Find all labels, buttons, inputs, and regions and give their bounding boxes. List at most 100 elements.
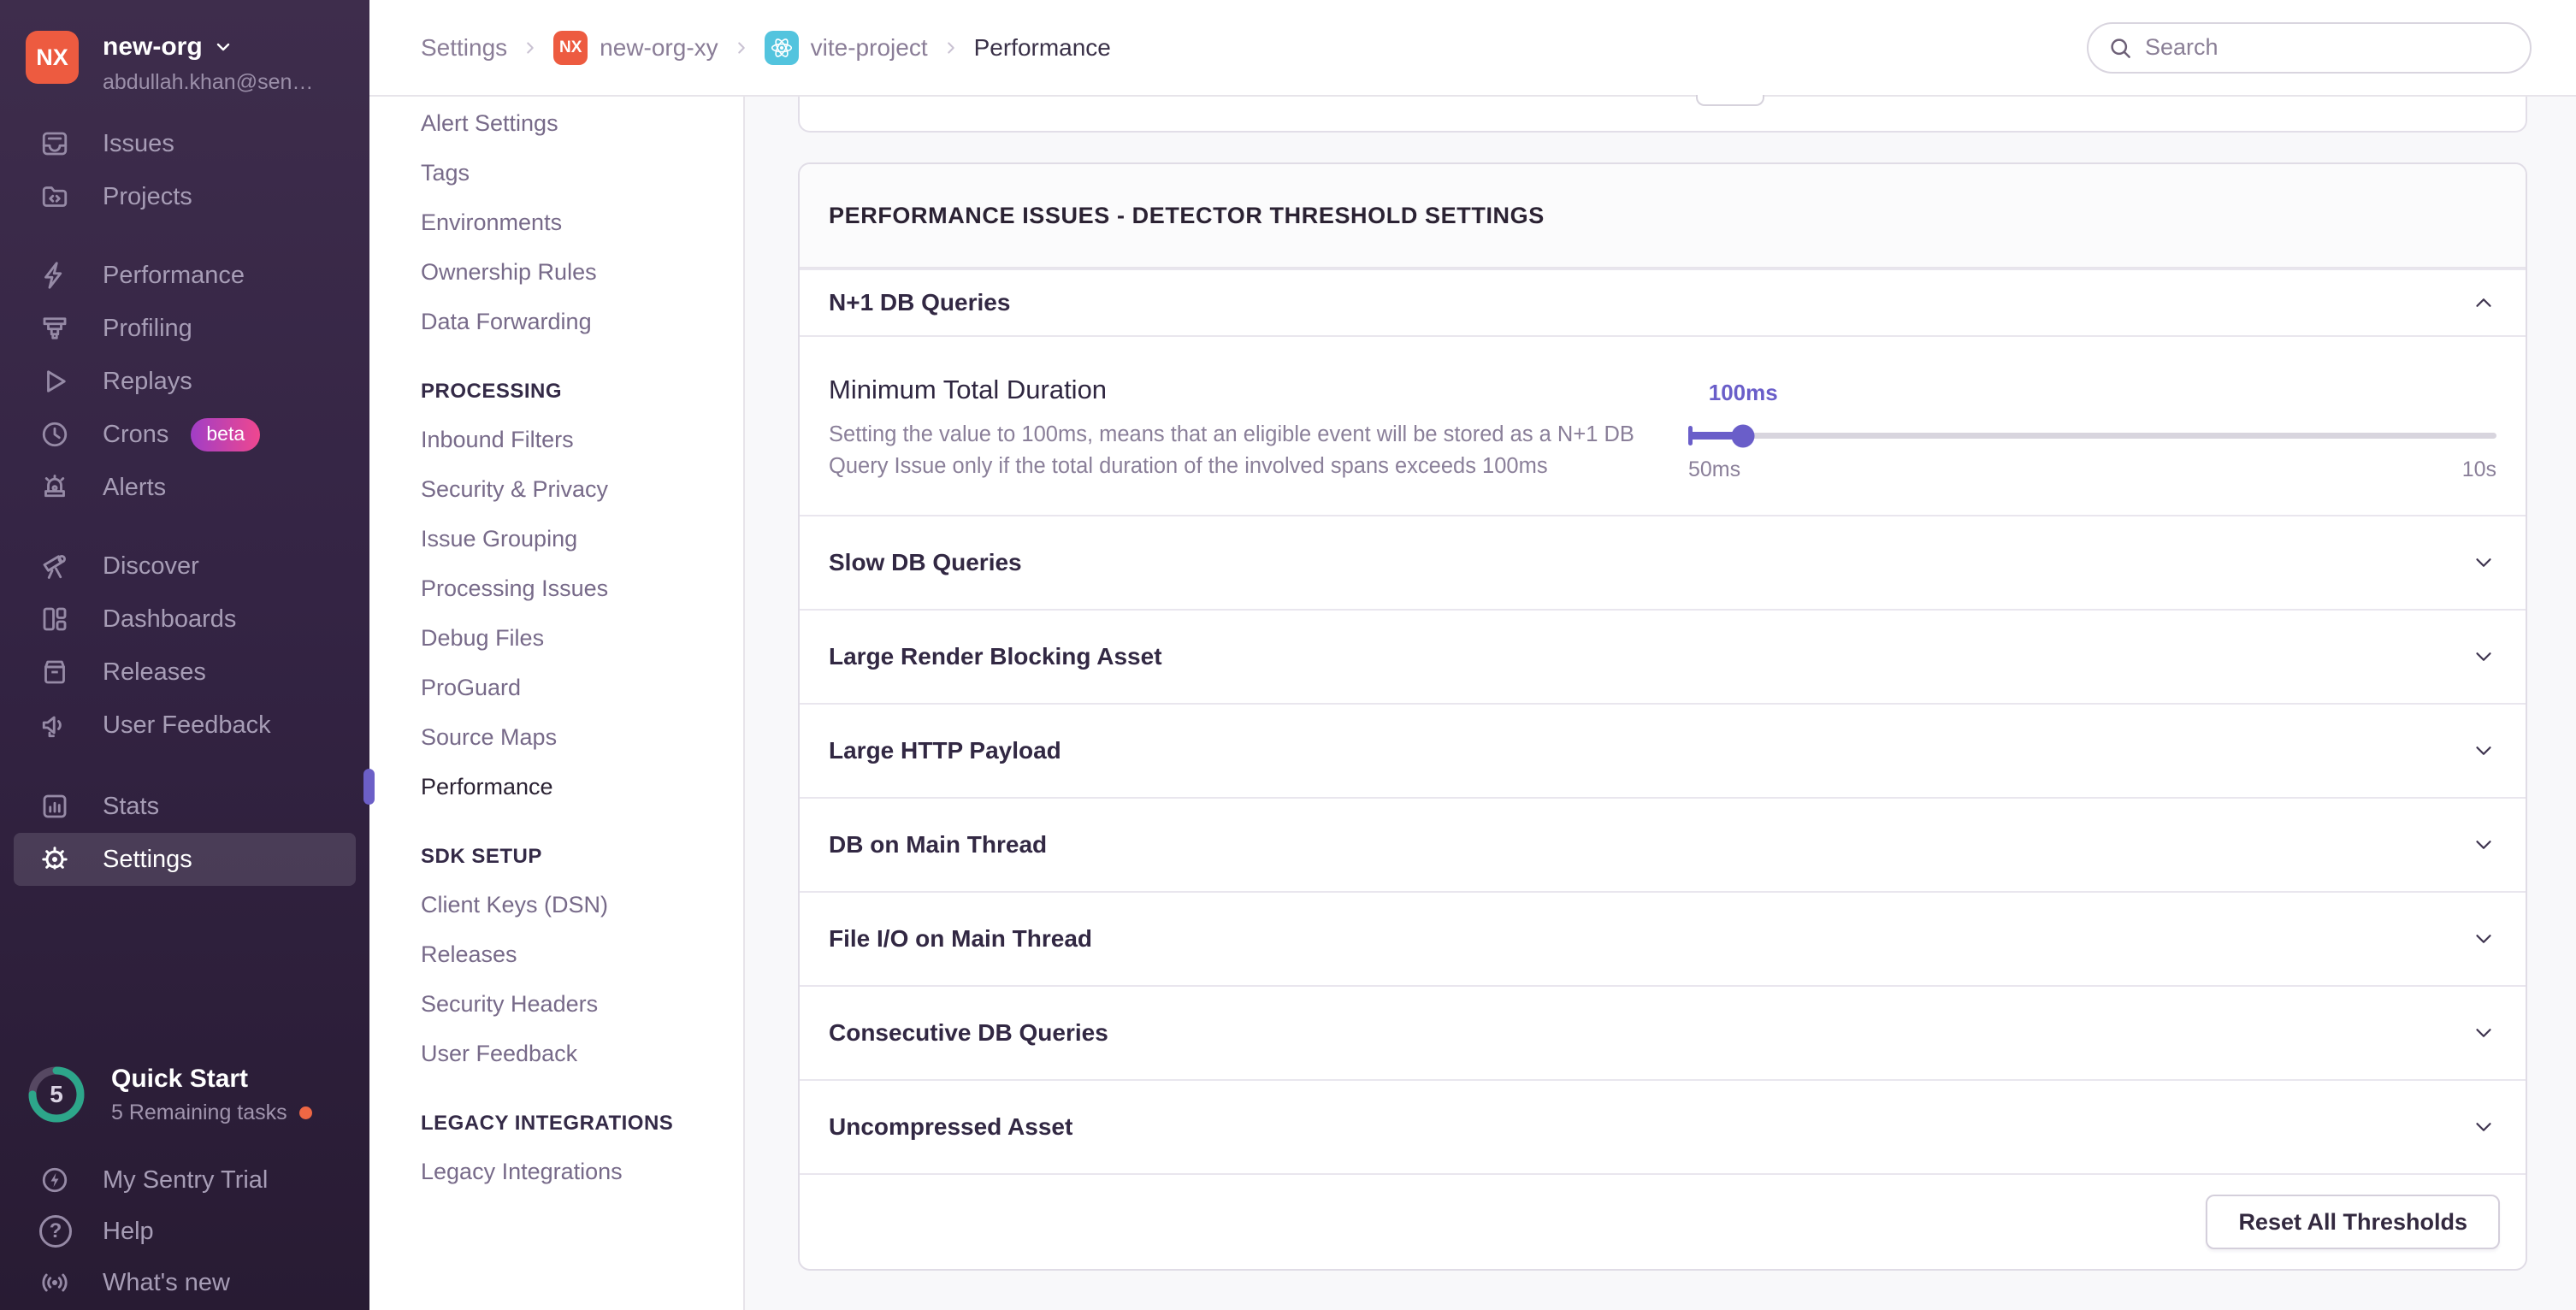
quick-start[interactable]: 5 Quick Start 5 Remaining tasks	[26, 1058, 356, 1131]
dashboards-icon	[39, 604, 77, 634]
sidebar-item-my-sentry-trial[interactable]: My Sentry Trial	[14, 1154, 356, 1206]
slider-value-label: 100ms	[1709, 380, 1778, 406]
settings-nav-user-feedback[interactable]: User Feedback	[369, 1029, 743, 1078]
chevron-right-icon	[732, 38, 751, 57]
settings-nav-issue-grouping[interactable]: Issue Grouping	[369, 514, 743, 564]
sidebar-item-label: Replays	[103, 368, 192, 396]
search-box[interactable]	[2087, 22, 2532, 74]
sidebar-item-alerts[interactable]: Alerts	[14, 461, 356, 514]
accordion-large-render-blocking-asset[interactable]: Large Render Blocking Asset	[800, 609, 2526, 703]
chevron-up-icon[interactable]	[2471, 290, 2496, 316]
trial-bolt-icon	[39, 1165, 77, 1195]
org-switcher[interactable]: NX new-org abdullah.khan@sen…	[26, 31, 356, 95]
active-indicator	[363, 769, 375, 805]
accordion-consecutive-db-queries[interactable]: Consecutive DB Queries	[800, 985, 2526, 1079]
chevron-down-icon[interactable]	[2471, 926, 2496, 952]
alerts-icon	[39, 472, 77, 503]
chevron-down-icon[interactable]	[2471, 1114, 2496, 1140]
projects-icon	[39, 181, 77, 212]
breadcrumb-org[interactable]: NX new-org-xy	[553, 31, 718, 65]
slider-thumb[interactable]	[1732, 424, 1755, 447]
reset-all-thresholds-button[interactable]: Reset All Thresholds	[2206, 1195, 2500, 1249]
sidebar-item-help[interactable]: ? Help	[14, 1206, 356, 1257]
notification-dot	[299, 1106, 312, 1119]
truncated-input[interactable]	[1696, 95, 1764, 106]
sidebar-item-label: What's new	[103, 1269, 230, 1297]
chevron-down-icon[interactable]	[2471, 738, 2496, 764]
issues-icon	[39, 128, 77, 159]
chevron-down-icon[interactable]	[2471, 832, 2496, 858]
slider-min-label: 50ms	[1688, 457, 1740, 482]
settings-nav-security-privacy[interactable]: Security & Privacy	[369, 464, 743, 514]
sidebar-item-stats[interactable]: Stats	[14, 780, 356, 833]
accordion-slow-db-queries[interactable]: Slow DB Queries	[800, 515, 2526, 609]
sidebar-item-settings[interactable]: Settings	[14, 833, 356, 886]
chevron-down-icon[interactable]	[2471, 550, 2496, 575]
breadcrumb: Settings NX new-org-xy vite-project Perf…	[421, 31, 1111, 65]
setting-description: Setting the value to 100ms, means that a…	[829, 419, 1641, 482]
panel-title: PERFORMANCE ISSUES - DETECTOR THRESHOLD …	[800, 164, 2526, 268]
profiling-icon	[39, 313, 77, 344]
sidebar-item-whats-new[interactable]: What's new	[14, 1257, 356, 1308]
sidebar-item-dashboards[interactable]: Dashboards	[14, 593, 356, 646]
quick-start-progress-ring: 5	[26, 1064, 87, 1125]
org-name[interactable]: new-org	[103, 32, 203, 62]
settings-nav-performance[interactable]: Performance	[369, 762, 743, 811]
sidebar-item-discover[interactable]: Discover	[14, 540, 356, 593]
accordion-n1-db-queries[interactable]: N+1 DB Queries	[800, 268, 2526, 335]
whats-new-icon	[39, 1267, 77, 1298]
settings-nav-processing-issues[interactable]: Processing Issues	[369, 564, 743, 613]
sidebar-item-replays[interactable]: Replays	[14, 355, 356, 408]
sidebar-item-issues[interactable]: Issues	[14, 117, 356, 170]
settings-nav-source-maps[interactable]: Source Maps	[369, 712, 743, 762]
settings-nav-debug-files[interactable]: Debug Files	[369, 613, 743, 663]
chevron-right-icon	[942, 38, 960, 57]
discover-icon	[39, 551, 77, 581]
breadcrumb-settings[interactable]: Settings	[421, 34, 507, 62]
org-avatar[interactable]: NX	[26, 31, 79, 84]
settings-nav-ownership-rules[interactable]: Ownership Rules	[369, 247, 743, 297]
settings-nav-inbound-filters[interactable]: Inbound Filters	[369, 415, 743, 464]
settings-nav-proguard[interactable]: ProGuard	[369, 663, 743, 712]
beta-badge: beta	[191, 418, 260, 451]
settings-nav-legacy-integrations[interactable]: Legacy Integrations	[369, 1147, 743, 1196]
settings-nav-client-keys[interactable]: Client Keys (DSN)	[369, 880, 743, 929]
search-input[interactable]	[2145, 34, 2511, 61]
accordion-large-http-payload[interactable]: Large HTTP Payload	[800, 703, 2526, 797]
quick-start-title: Quick Start	[111, 1065, 312, 1094]
chevron-right-icon	[521, 38, 540, 57]
accordion-db-on-main-thread[interactable]: DB on Main Thread	[800, 797, 2526, 891]
minimum-total-duration-row: Minimum Total Duration Setting the value…	[800, 335, 2526, 515]
sidebar-item-user-feedback[interactable]: User Feedback	[14, 699, 356, 752]
settings-nav-section-processing: PROCESSING	[369, 369, 743, 415]
settings-nav-security-headers[interactable]: Security Headers	[369, 979, 743, 1029]
accordion-file-io-on-main-thread[interactable]: File I/O on Main Thread	[800, 891, 2526, 985]
sidebar-item-label: Help	[103, 1218, 154, 1246]
settings-nav-data-forwarding[interactable]: Data Forwarding	[369, 297, 743, 346]
sidebar-item-crons[interactable]: Crons beta	[14, 408, 356, 461]
setting-label: Minimum Total Duration	[829, 375, 1654, 405]
performance-icon	[39, 260, 77, 291]
org-badge-icon: NX	[553, 31, 588, 65]
search-icon	[2107, 35, 2133, 61]
slider-max-label: 10s	[2462, 457, 2496, 482]
breadcrumb-project[interactable]: vite-project	[765, 31, 928, 65]
chevron-down-icon[interactable]	[2471, 644, 2496, 670]
sidebar-item-label: Performance	[103, 262, 245, 290]
sidebar-item-releases[interactable]: Releases	[14, 646, 356, 699]
settings-nav-releases[interactable]: Releases	[369, 929, 743, 979]
chevron-down-icon[interactable]	[2471, 1020, 2496, 1046]
sidebar-item-profiling[interactable]: Profiling	[14, 302, 356, 355]
accordion-uncompressed-asset[interactable]: Uncompressed Asset	[800, 1079, 2526, 1173]
releases-icon	[39, 657, 77, 687]
slider-track[interactable]	[1688, 433, 2496, 439]
react-project-icon	[765, 31, 799, 65]
settings-nav-alert-settings[interactable]: Alert Settings	[369, 98, 743, 148]
duration-slider: 100ms 50ms 10s	[1688, 380, 2496, 482]
settings-nav-tags[interactable]: Tags	[369, 148, 743, 198]
sidebar-item-performance[interactable]: Performance	[14, 249, 356, 302]
settings-nav-environments[interactable]: Environments	[369, 198, 743, 247]
sidebar-item-label: Dashboards	[103, 605, 236, 634]
quick-start-count: 5	[26, 1064, 87, 1125]
sidebar-item-projects[interactable]: Projects	[14, 170, 356, 223]
